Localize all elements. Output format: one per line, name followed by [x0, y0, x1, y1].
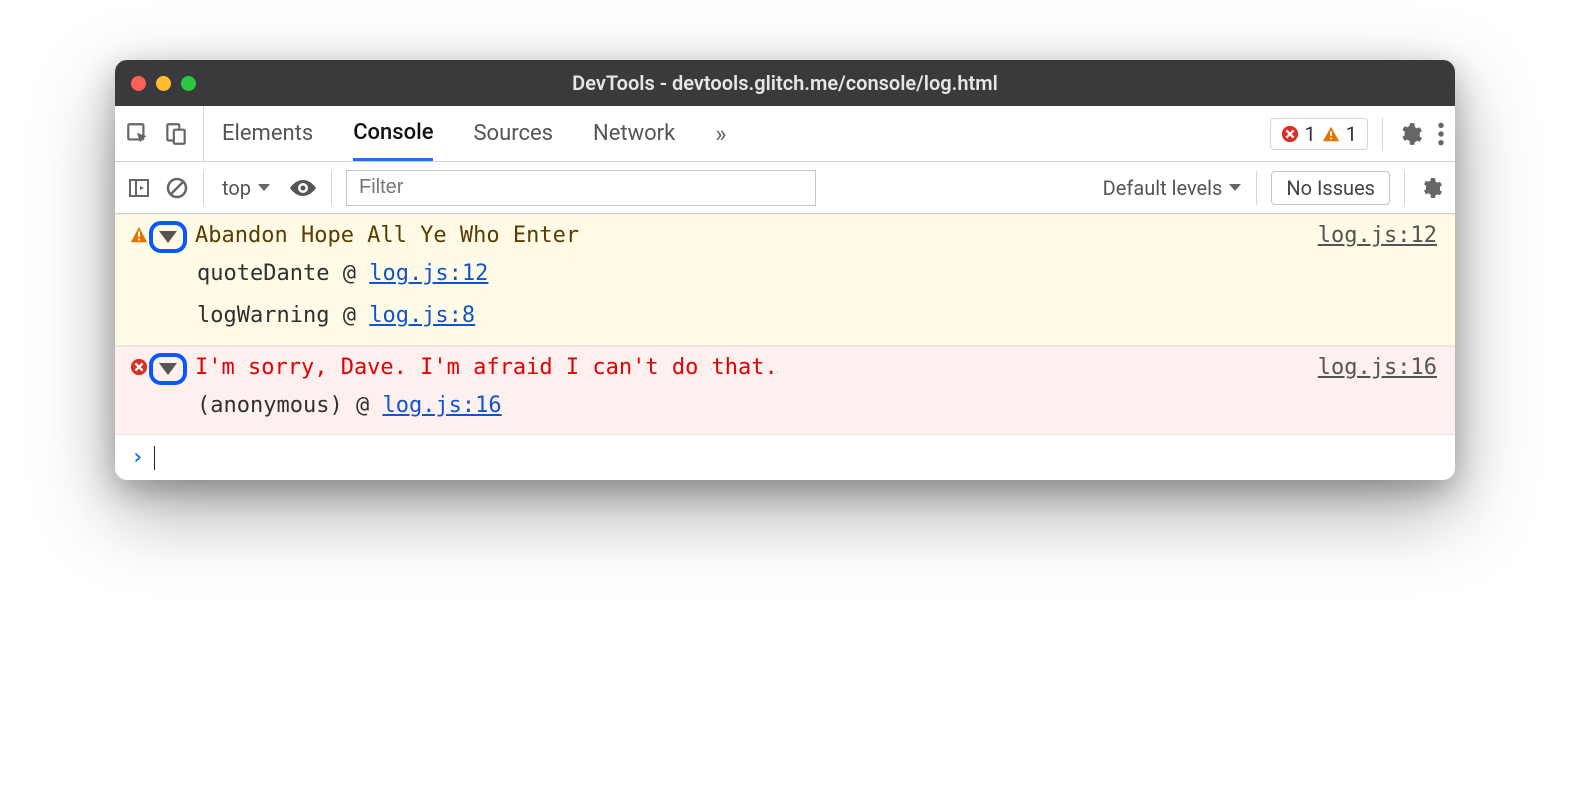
error-icon	[1281, 125, 1299, 143]
context-label: top	[222, 176, 251, 200]
console-prompt[interactable]: ›	[115, 435, 1455, 480]
levels-label: Default levels	[1103, 176, 1223, 200]
trace-link[interactable]: log.js:16	[382, 393, 501, 418]
context-selector[interactable]: top	[218, 176, 275, 200]
window-minimize-button[interactable]	[156, 76, 171, 91]
error-icon	[127, 358, 151, 376]
stack-trace: (anonymous) @ log.js:16	[127, 385, 1437, 427]
trace-frame: logWarning @ log.js:8	[197, 295, 1437, 337]
separator	[1382, 117, 1383, 151]
separator	[1256, 171, 1257, 205]
clear-console-icon[interactable]	[165, 176, 189, 200]
issues-button[interactable]: No Issues	[1271, 171, 1390, 205]
titlebar: DevTools - devtools.glitch.me/console/lo…	[115, 60, 1455, 106]
chevron-down-icon	[159, 363, 177, 375]
trace-frame: quoteDante @ log.js:12	[197, 253, 1437, 295]
separator	[331, 171, 332, 205]
expand-toggle[interactable]	[149, 221, 187, 253]
message-text: I'm sorry, Dave. I'm afraid I can't do t…	[191, 355, 1318, 380]
tab-sources[interactable]: Sources	[473, 106, 553, 161]
console-messages: Abandon Hope All Ye Who Enter log.js:12 …	[115, 214, 1455, 480]
expand-toggle[interactable]	[149, 353, 187, 385]
stack-trace: quoteDante @ log.js:12 logWarning @ log.…	[127, 253, 1437, 337]
trace-link[interactable]: log.js:8	[369, 303, 475, 328]
inspect-element-icon[interactable]	[125, 121, 151, 147]
console-settings-gear-icon[interactable]	[1419, 176, 1443, 200]
settings-gear-icon[interactable]	[1397, 121, 1423, 147]
separator	[1404, 171, 1405, 205]
chevron-down-icon	[159, 231, 177, 243]
prompt-caret-icon: ›	[131, 445, 144, 470]
window-title: DevTools - devtools.glitch.me/console/lo…	[115, 71, 1455, 95]
warning-icon	[1322, 125, 1340, 143]
warning-icon	[127, 226, 151, 244]
separator	[203, 171, 204, 205]
tab-console[interactable]: Console	[353, 106, 433, 161]
warning-count: 1	[1346, 122, 1357, 146]
console-toolbar: top Default levels No Issues	[115, 162, 1455, 214]
message-text: Abandon Hope All Ye Who Enter	[191, 223, 1318, 248]
console-message-warn: Abandon Hope All Ye Who Enter log.js:12 …	[115, 214, 1455, 346]
sidebar-toggle-icon[interactable]	[127, 176, 151, 200]
traffic-lights	[131, 76, 196, 91]
source-link[interactable]: log.js:12	[1318, 223, 1437, 248]
error-warning-summary[interactable]: 1 1	[1270, 118, 1369, 150]
tab-elements[interactable]: Elements	[222, 106, 313, 161]
trace-fn: quoteDante	[197, 261, 329, 286]
trace-fn: logWarning	[197, 303, 329, 328]
text-cursor	[154, 446, 155, 470]
tab-network[interactable]: Network	[593, 106, 675, 161]
live-expression-eye-icon[interactable]	[289, 178, 317, 198]
main-tabbar: Elements Console Sources Network » 1 1	[115, 106, 1455, 162]
device-toggle-icon[interactable]	[163, 121, 189, 147]
trace-fn: (anonymous)	[197, 393, 343, 418]
log-levels-selector[interactable]: Default levels	[1103, 176, 1243, 200]
more-tabs-icon[interactable]: »	[715, 120, 726, 148]
window-maximize-button[interactable]	[181, 76, 196, 91]
chevron-down-icon	[1228, 183, 1242, 193]
trace-link[interactable]: log.js:12	[369, 261, 488, 286]
kebab-menu-icon[interactable]	[1437, 121, 1445, 147]
source-link[interactable]: log.js:16	[1318, 355, 1437, 380]
window-close-button[interactable]	[131, 76, 146, 91]
filter-input[interactable]	[346, 170, 816, 206]
console-message-error: I'm sorry, Dave. I'm afraid I can't do t…	[115, 346, 1455, 436]
chevron-down-icon	[257, 183, 271, 193]
trace-frame: (anonymous) @ log.js:16	[197, 385, 1437, 427]
error-count: 1	[1305, 122, 1316, 146]
devtools-window: DevTools - devtools.glitch.me/console/lo…	[115, 60, 1455, 480]
